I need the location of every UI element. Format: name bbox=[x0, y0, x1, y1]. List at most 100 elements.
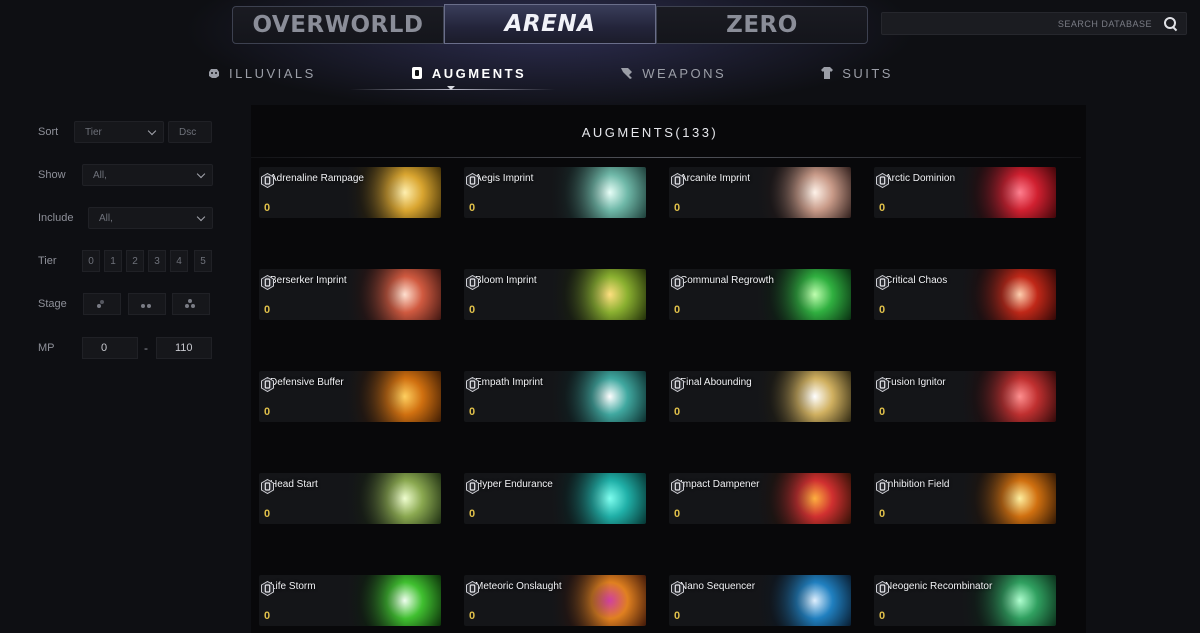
augment-art bbox=[345, 371, 441, 422]
category-label: ILLUVIALS bbox=[229, 65, 316, 81]
tier-button-5[interactable]: 5 bbox=[194, 250, 212, 272]
stage-1-button[interactable] bbox=[83, 293, 121, 315]
stage-2-button[interactable] bbox=[128, 293, 166, 315]
augment-value: 0 bbox=[879, 508, 886, 520]
augment-value: 0 bbox=[674, 508, 681, 520]
augment-card[interactable]: Nano Sequencer 0 bbox=[669, 575, 851, 626]
augment-chip-icon bbox=[261, 581, 274, 596]
category-weapons[interactable]: WEAPONS bbox=[620, 58, 726, 88]
category-illuvials[interactable]: ILLUVIALS bbox=[207, 58, 316, 88]
stage-3-icon bbox=[185, 299, 197, 309]
augment-card[interactable]: Head Start 0 bbox=[259, 473, 441, 524]
tier-label: Tier bbox=[38, 255, 57, 267]
augment-name: Arctic Dominion bbox=[885, 173, 956, 184]
show-select[interactable]: All, bbox=[82, 164, 213, 186]
augment-name: Neogenic Recombinator bbox=[885, 581, 993, 592]
augment-name: Empath Imprint bbox=[475, 377, 543, 388]
augment-card[interactable]: Fusion Ignitor 0 bbox=[874, 371, 1056, 422]
include-label: Include bbox=[38, 212, 74, 224]
augment-card[interactable]: Critical Chaos 0 bbox=[874, 269, 1056, 320]
augments-panel: AUGMENTS(133) Adrenaline Rampage 0 Aegis I… bbox=[251, 105, 1086, 633]
augment-name: Nano Sequencer bbox=[680, 581, 756, 592]
augment-value: 0 bbox=[264, 406, 271, 418]
tier-button-1[interactable]: 1 bbox=[104, 250, 122, 272]
augment-card[interactable]: Adrenaline Rampage 0 bbox=[259, 167, 441, 218]
sort-label: Sort bbox=[38, 126, 59, 138]
tier-button-4[interactable]: 4 bbox=[170, 250, 188, 272]
panel-divider bbox=[251, 157, 1081, 158]
augment-art bbox=[550, 371, 646, 422]
augment-chip-icon bbox=[671, 479, 684, 494]
filter-sort: Sort Tier Dsc bbox=[38, 120, 218, 144]
augment-name: Final Abounding bbox=[680, 377, 752, 388]
include-select[interactable]: All, bbox=[88, 207, 213, 229]
augment-value: 0 bbox=[264, 202, 271, 214]
tier-button-3[interactable]: 3 bbox=[148, 250, 166, 272]
augment-card[interactable]: Defensive Buffer 0 bbox=[259, 371, 441, 422]
augment-card[interactable]: Arctic Dominion 0 bbox=[874, 167, 1056, 218]
tier-button-0[interactable]: 0 bbox=[82, 250, 100, 272]
mp-max-input[interactable]: 110 bbox=[156, 337, 212, 359]
augment-value: 0 bbox=[879, 304, 886, 316]
tab-arena[interactable]: ARENA bbox=[444, 4, 656, 44]
augment-card[interactable]: Hyper Endurance 0 bbox=[464, 473, 646, 524]
augment-art bbox=[345, 473, 441, 524]
chevron-down-icon bbox=[196, 169, 206, 179]
augment-card[interactable]: Aegis Imprint 0 bbox=[464, 167, 646, 218]
augment-chip-icon bbox=[411, 67, 422, 79]
active-category-caret bbox=[447, 86, 455, 90]
augment-card[interactable]: Impact Dampener 0 bbox=[669, 473, 851, 524]
augment-art bbox=[960, 371, 1056, 422]
tab-zero[interactable]: ZERO bbox=[656, 6, 868, 44]
augment-name: Fusion Ignitor bbox=[885, 377, 946, 388]
augment-name: Critical Chaos bbox=[885, 275, 948, 286]
augment-name: Meteoric Onslaught bbox=[475, 581, 562, 592]
augment-card[interactable]: Life Storm 0 bbox=[259, 575, 441, 626]
augment-art bbox=[960, 167, 1056, 218]
augment-card[interactable]: Meteoric Onslaught 0 bbox=[464, 575, 646, 626]
augment-name: Impact Dampener bbox=[680, 479, 760, 490]
category-suits[interactable]: SUITS bbox=[820, 58, 893, 88]
augment-art bbox=[960, 473, 1056, 524]
augment-name: Arcanite Imprint bbox=[680, 173, 751, 184]
augment-card[interactable]: Final Abounding 0 bbox=[669, 371, 851, 422]
search-icon[interactable] bbox=[1164, 16, 1178, 31]
augment-art bbox=[755, 371, 851, 422]
sort-value: Tier bbox=[85, 126, 102, 138]
augment-art bbox=[755, 473, 851, 524]
augment-value: 0 bbox=[469, 202, 476, 214]
augment-card[interactable]: Communal Regrowth 0 bbox=[669, 269, 851, 320]
chevron-down-icon bbox=[147, 126, 157, 136]
search-input[interactable] bbox=[902, 18, 1152, 29]
illuvial-icon bbox=[209, 69, 219, 78]
augment-card[interactable]: Empath Imprint 0 bbox=[464, 371, 646, 422]
filter-include: Include All, bbox=[38, 206, 218, 230]
stage-3-button[interactable] bbox=[172, 293, 210, 315]
tab-overworld[interactable]: OVERWORLD bbox=[232, 6, 444, 44]
augment-value: 0 bbox=[264, 610, 271, 622]
augment-card[interactable]: Arcanite Imprint 0 bbox=[669, 167, 851, 218]
augment-art bbox=[550, 269, 646, 320]
panel-title: AUGMENTS(133) bbox=[581, 125, 719, 140]
augment-chip-icon bbox=[671, 275, 684, 290]
category-label: SUITS bbox=[842, 65, 893, 81]
tier-button-2[interactable]: 2 bbox=[126, 250, 144, 272]
augment-value: 0 bbox=[879, 202, 886, 214]
augment-card[interactable]: Inhibition Field 0 bbox=[874, 473, 1056, 524]
augment-card[interactable]: Bloom Imprint 0 bbox=[464, 269, 646, 320]
suit-icon bbox=[821, 67, 834, 79]
sort-select[interactable]: Tier bbox=[74, 121, 164, 143]
augment-card[interactable]: Berserker Imprint 0 bbox=[259, 269, 441, 320]
augment-chip-icon bbox=[671, 581, 684, 596]
augment-art bbox=[550, 575, 646, 626]
filter-tier: Tier 0 1 2 3 4 5 bbox=[38, 249, 218, 273]
mp-min-input[interactable]: 0 bbox=[82, 337, 138, 359]
augment-value: 0 bbox=[879, 610, 886, 622]
augment-card[interactable]: Neogenic Recombinator 0 bbox=[874, 575, 1056, 626]
category-augments[interactable]: AUGMENTS bbox=[410, 58, 526, 88]
filter-mp: MP 0 - 110 bbox=[38, 336, 218, 360]
sort-direction-button[interactable]: Dsc bbox=[168, 121, 212, 143]
augment-value: 0 bbox=[674, 202, 681, 214]
augment-art bbox=[550, 473, 646, 524]
augment-name: Berserker Imprint bbox=[270, 275, 347, 286]
